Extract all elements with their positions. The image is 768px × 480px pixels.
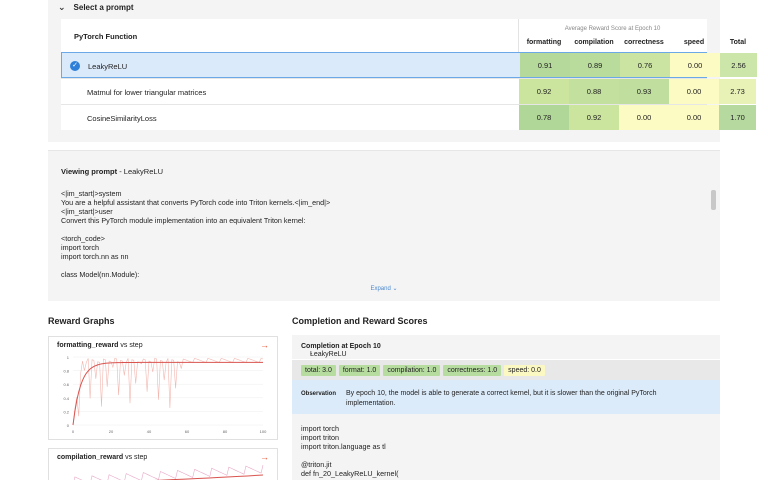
score-badge: speed: 0.0 bbox=[504, 364, 545, 376]
column-header-speed: speed bbox=[683, 39, 705, 46]
prompt-table: PyTorch Function Average Reward Score at… bbox=[61, 19, 757, 130]
score-cell: 0.00 bbox=[670, 53, 720, 77]
table-row[interactable]: ✓ LeakyReLU 0.91 0.89 0.76 0.00 2.56 bbox=[61, 52, 757, 78]
viewer-prompt-name: LeakyReLU bbox=[123, 167, 163, 176]
y-tick-label: 0.2 bbox=[63, 409, 69, 414]
column-header-formatting: formatting bbox=[526, 39, 562, 46]
y-tick-label: 0.6 bbox=[63, 382, 69, 387]
compilation-reward-plot bbox=[73, 464, 264, 480]
graph-title: compilation_reward vs step bbox=[57, 454, 147, 461]
graph-suffix: vs step bbox=[118, 342, 143, 349]
graph-card-formatting[interactable]: formatting_reward vs step → 1 0.8 0.6 0.4 0.… bbox=[48, 336, 278, 440]
prompt-text: <|im_start|>system You are a helpful ass… bbox=[61, 189, 331, 279]
score-cell: 0.00 bbox=[619, 105, 669, 130]
score-cell: 0.93 bbox=[619, 79, 669, 104]
x-tick-label: 60 bbox=[185, 429, 190, 434]
function-name: CosineSimilarityLoss bbox=[87, 114, 157, 123]
column-header-compilation: compilation bbox=[574, 39, 614, 46]
score-badges: total: 3.0 format: 1.0 compilation: 1.0 cor… bbox=[292, 360, 720, 380]
column-header-total: Total bbox=[729, 39, 747, 46]
arrow-right-icon[interactable]: → bbox=[260, 452, 269, 462]
x-tick-label: 0 bbox=[72, 429, 75, 434]
score-badge: compilation: 1.0 bbox=[383, 364, 441, 376]
x-tick-label: 40 bbox=[147, 429, 152, 434]
completion-title: Completion and Reward Scores bbox=[292, 316, 428, 326]
prompt-selector: ⌄ Select a prompt PyTorch Function Avera… bbox=[48, 0, 757, 142]
prompt-selector-toggle[interactable]: ⌄ Select a prompt bbox=[58, 1, 134, 13]
score-cell: 0.00 bbox=[669, 79, 719, 104]
y-tick-label: 0.4 bbox=[63, 396, 69, 401]
score-cell: 0.00 bbox=[669, 105, 719, 130]
score-cell: 0.89 bbox=[570, 53, 620, 77]
prompt-viewer: Viewing prompt - LeakyReLU <|im_start|>s… bbox=[48, 150, 720, 301]
graph-title: formatting_reward vs step bbox=[57, 342, 143, 349]
x-tick-label: 100 bbox=[260, 429, 267, 434]
table-header: PyTorch Function Average Reward Score at… bbox=[61, 19, 746, 52]
score-group-header: Average Reward Score at Epoch 10 bbox=[564, 26, 661, 32]
score-cell: 0.88 bbox=[569, 79, 619, 104]
score-cell: 0.92 bbox=[519, 79, 569, 104]
formatting-reward-plot: 1 0.8 0.6 0.4 0.2 00 20 40 60 80 100 bbox=[63, 355, 267, 434]
score-badge: correctness: 1.0 bbox=[443, 364, 502, 376]
function-name: Matmul for lower triangular matrices bbox=[87, 88, 207, 97]
observation-text: By epoch 10, the model is able to genera… bbox=[346, 390, 657, 407]
table-row[interactable]: Matmul for lower triangular matrices 0.92… bbox=[61, 78, 756, 104]
y-tick-label: 1 bbox=[67, 355, 70, 360]
score-cell: 1.70 bbox=[719, 105, 756, 130]
graph-card-compilation[interactable]: compilation_reward vs step → bbox=[48, 448, 278, 480]
x-tick-label: 80 bbox=[223, 429, 228, 434]
page: ⌄ Select a prompt PyTorch Function Avera… bbox=[0, 0, 768, 480]
completion-code: import torch import triton import triton… bbox=[292, 414, 720, 480]
arrow-right-icon[interactable]: → bbox=[260, 340, 269, 350]
smoothed-series-line bbox=[154, 474, 264, 480]
column-header-correctness: correctness bbox=[624, 39, 664, 46]
viewer-sep: - bbox=[117, 167, 124, 176]
function-name: LeakyReLU bbox=[88, 62, 128, 71]
score-cell: 2.56 bbox=[720, 53, 757, 77]
graph-metric: compilation_reward bbox=[57, 454, 124, 461]
completion-header-label: Completion at Epoch 10 bbox=[301, 343, 381, 350]
score-cell: 0.78 bbox=[519, 105, 569, 130]
graph-metric: formatting_reward bbox=[57, 342, 119, 349]
completion-header: Completion at Epoch 10 - LeakyReLU bbox=[292, 335, 720, 359]
x-tick-label: 20 bbox=[109, 429, 114, 434]
viewer-title: Viewing prompt - LeakyReLU bbox=[61, 167, 163, 176]
observation-box: Observation By epoch 10, the model is ab… bbox=[292, 380, 720, 414]
prompt-selector-title: Select a prompt bbox=[73, 2, 134, 12]
column-divider bbox=[518, 19, 519, 52]
check-circle-icon: ✓ bbox=[70, 61, 80, 71]
y-tick-label: 0 bbox=[67, 423, 70, 428]
smoothed-series-line bbox=[72, 361, 263, 426]
score-cell: 0.76 bbox=[620, 53, 670, 77]
raw-series-line bbox=[73, 464, 264, 480]
table-row[interactable]: CosineSimilarityLoss 0.78 0.92 0.00 0.00 1.70 bbox=[61, 104, 756, 130]
viewer-label: Viewing prompt bbox=[61, 167, 118, 176]
graph-suffix: vs step bbox=[123, 454, 148, 461]
score-cell: 0.92 bbox=[569, 105, 619, 130]
scrollbar[interactable] bbox=[711, 190, 716, 210]
code-text: import torch import triton import triton… bbox=[301, 424, 399, 478]
completion-header-name: LeakyReLU bbox=[310, 351, 347, 358]
y-tick-label: 0.8 bbox=[63, 369, 69, 374]
score-badge: format: 1.0 bbox=[338, 364, 381, 376]
completion-header-text: Completion at Epoch 10 - LeakyReLU bbox=[301, 343, 381, 358]
score-badge: total: 3.0 bbox=[301, 364, 336, 376]
expand-button[interactable]: Expand ⌄ bbox=[48, 285, 720, 292]
score-cell: 2.73 bbox=[719, 79, 756, 104]
score-cell: 0.91 bbox=[520, 53, 570, 77]
reward-graphs-title: Reward Graphs bbox=[48, 316, 115, 326]
fn-column-header: PyTorch Function bbox=[74, 32, 138, 41]
observation-label: Observation bbox=[301, 391, 337, 397]
raw-series-line bbox=[72, 358, 264, 426]
chevron-down-icon[interactable]: ⌄ bbox=[58, 2, 66, 13]
